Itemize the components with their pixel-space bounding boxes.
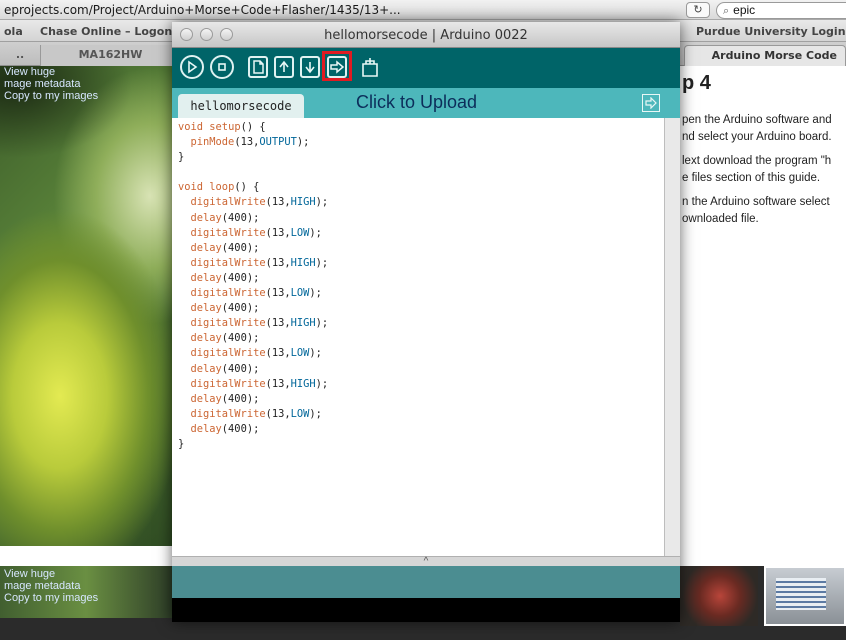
code-line[interactable]: delay(400); bbox=[178, 211, 664, 226]
code-line[interactable]: } bbox=[178, 150, 664, 165]
image-metadata-link[interactable]: mage metadata bbox=[4, 580, 98, 592]
bookmark-item[interactable]: Chase Online – Logon bbox=[40, 25, 172, 38]
bookmark-item[interactable]: Purdue University Login bbox=[696, 25, 846, 38]
code-line[interactable]: digitalWrite(13,HIGH); bbox=[178, 377, 664, 392]
new-icon bbox=[253, 60, 264, 74]
url-field[interactable]: eprojects.com/Project/Arduino+Morse+Code… bbox=[4, 3, 401, 17]
code-editor[interactable]: void setup() { pinMode(13,OUTPUT);}​void… bbox=[172, 118, 664, 556]
save-icon bbox=[305, 62, 315, 74]
search-icon: ⌕ bbox=[723, 5, 730, 17]
code-line[interactable]: delay(400); bbox=[178, 271, 664, 286]
search-value: epic bbox=[733, 3, 756, 17]
code-line[interactable]: delay(400); bbox=[178, 362, 664, 377]
view-huge-link[interactable]: View huge bbox=[4, 66, 98, 78]
reload-button[interactable]: ↻ bbox=[686, 2, 710, 18]
open-icon bbox=[279, 60, 289, 72]
search-input[interactable]: ⌕ epic bbox=[716, 2, 846, 19]
upload-annotation: Click to Upload bbox=[356, 92, 478, 112]
step-text-line: n the Arduino software select bbox=[682, 196, 830, 208]
code-line[interactable]: digitalWrite(13,HIGH); bbox=[178, 195, 664, 210]
code-line[interactable]: void setup() { bbox=[178, 120, 664, 135]
code-line[interactable]: delay(400); bbox=[178, 331, 664, 346]
code-line[interactable]: delay(400); bbox=[178, 392, 664, 407]
image-metadata-link[interactable]: mage metadata bbox=[4, 78, 98, 90]
sketch-tab-bar: hellomorsecode Click to Upload bbox=[172, 88, 680, 118]
code-line[interactable]: digitalWrite(13,HIGH); bbox=[178, 316, 664, 331]
code-line[interactable]: ​ bbox=[178, 165, 664, 180]
step-text-line: ownloaded file. bbox=[682, 213, 759, 225]
code-line[interactable]: delay(400); bbox=[178, 241, 664, 256]
code-line[interactable]: } bbox=[178, 437, 664, 452]
copy-to-images-link[interactable]: Copy to my images bbox=[4, 592, 98, 604]
photo-links-top: View huge mage metadata Copy to my image… bbox=[4, 66, 98, 102]
browser-tab-active[interactable]: Arduino Morse Code bbox=[684, 45, 846, 66]
step-text-line: e files section of this guide. bbox=[682, 172, 821, 184]
arduino-toolbar bbox=[172, 48, 680, 88]
code-line[interactable]: digitalWrite(13,LOW); bbox=[178, 407, 664, 422]
code-line[interactable]: digitalWrite(13,LOW); bbox=[178, 226, 664, 241]
editor-scrollbar[interactable] bbox=[664, 118, 680, 556]
window-titlebar: hellomorsecode | Arduino 0022 bbox=[172, 22, 680, 48]
console-output bbox=[172, 598, 680, 622]
stop-icon bbox=[218, 63, 226, 71]
upload-highlight-box bbox=[322, 51, 352, 81]
arrow-right-icon bbox=[645, 97, 657, 109]
stop-button[interactable] bbox=[210, 55, 234, 79]
code-line[interactable]: pinMode(13,OUTPUT); bbox=[178, 135, 664, 150]
code-line[interactable]: digitalWrite(13,LOW); bbox=[178, 286, 664, 301]
tab-menu-button[interactable] bbox=[642, 94, 660, 112]
browser-tab[interactable]: .. bbox=[0, 45, 40, 66]
serial-monitor-icon bbox=[362, 58, 378, 77]
bookmark-item[interactable]: ola bbox=[4, 25, 23, 38]
tab-hellomorsecode[interactable]: hellomorsecode bbox=[178, 94, 304, 118]
code-line[interactable]: delay(400); bbox=[178, 301, 664, 316]
step-heading: p 4 bbox=[682, 72, 711, 94]
new-sketch-button[interactable] bbox=[248, 56, 268, 78]
verify-icon bbox=[188, 60, 198, 74]
step-text-line: pen the Arduino software and bbox=[682, 114, 832, 126]
step-text-line: lext download the program "h bbox=[682, 155, 832, 167]
verify-button[interactable] bbox=[180, 55, 204, 79]
copy-to-images-link[interactable]: Copy to my images bbox=[4, 90, 98, 102]
step-photo[interactable] bbox=[0, 66, 180, 546]
status-bar bbox=[172, 566, 680, 598]
browser-address-bar: eprojects.com/Project/Arduino+Morse+Code… bbox=[0, 0, 846, 20]
serial-monitor-button[interactable] bbox=[358, 55, 382, 79]
view-huge-link[interactable]: View huge bbox=[4, 568, 98, 580]
step-text-line: nd select your Arduino board. bbox=[682, 131, 832, 143]
open-sketch-button[interactable] bbox=[274, 56, 294, 78]
code-line[interactable]: delay(400); bbox=[178, 422, 664, 437]
code-line[interactable]: digitalWrite(13,LOW); bbox=[178, 346, 664, 361]
thumbnail-image[interactable] bbox=[680, 566, 758, 626]
arduino-ide-window: hellomorsecode | Arduino 0022 hellomorse… bbox=[172, 22, 680, 622]
save-sketch-button[interactable] bbox=[300, 56, 320, 78]
code-line[interactable]: void loop() { bbox=[178, 180, 664, 195]
browser-tab[interactable]: MA162HW bbox=[40, 45, 180, 66]
console-divider[interactable]: ^ bbox=[172, 556, 680, 567]
code-line[interactable]: digitalWrite(13,HIGH); bbox=[178, 256, 664, 271]
photo-links-bottom: View huge mage metadata Copy to my image… bbox=[4, 568, 98, 604]
thumbnail-image[interactable] bbox=[764, 566, 846, 626]
window-title: hellomorsecode | Arduino 0022 bbox=[324, 28, 528, 43]
